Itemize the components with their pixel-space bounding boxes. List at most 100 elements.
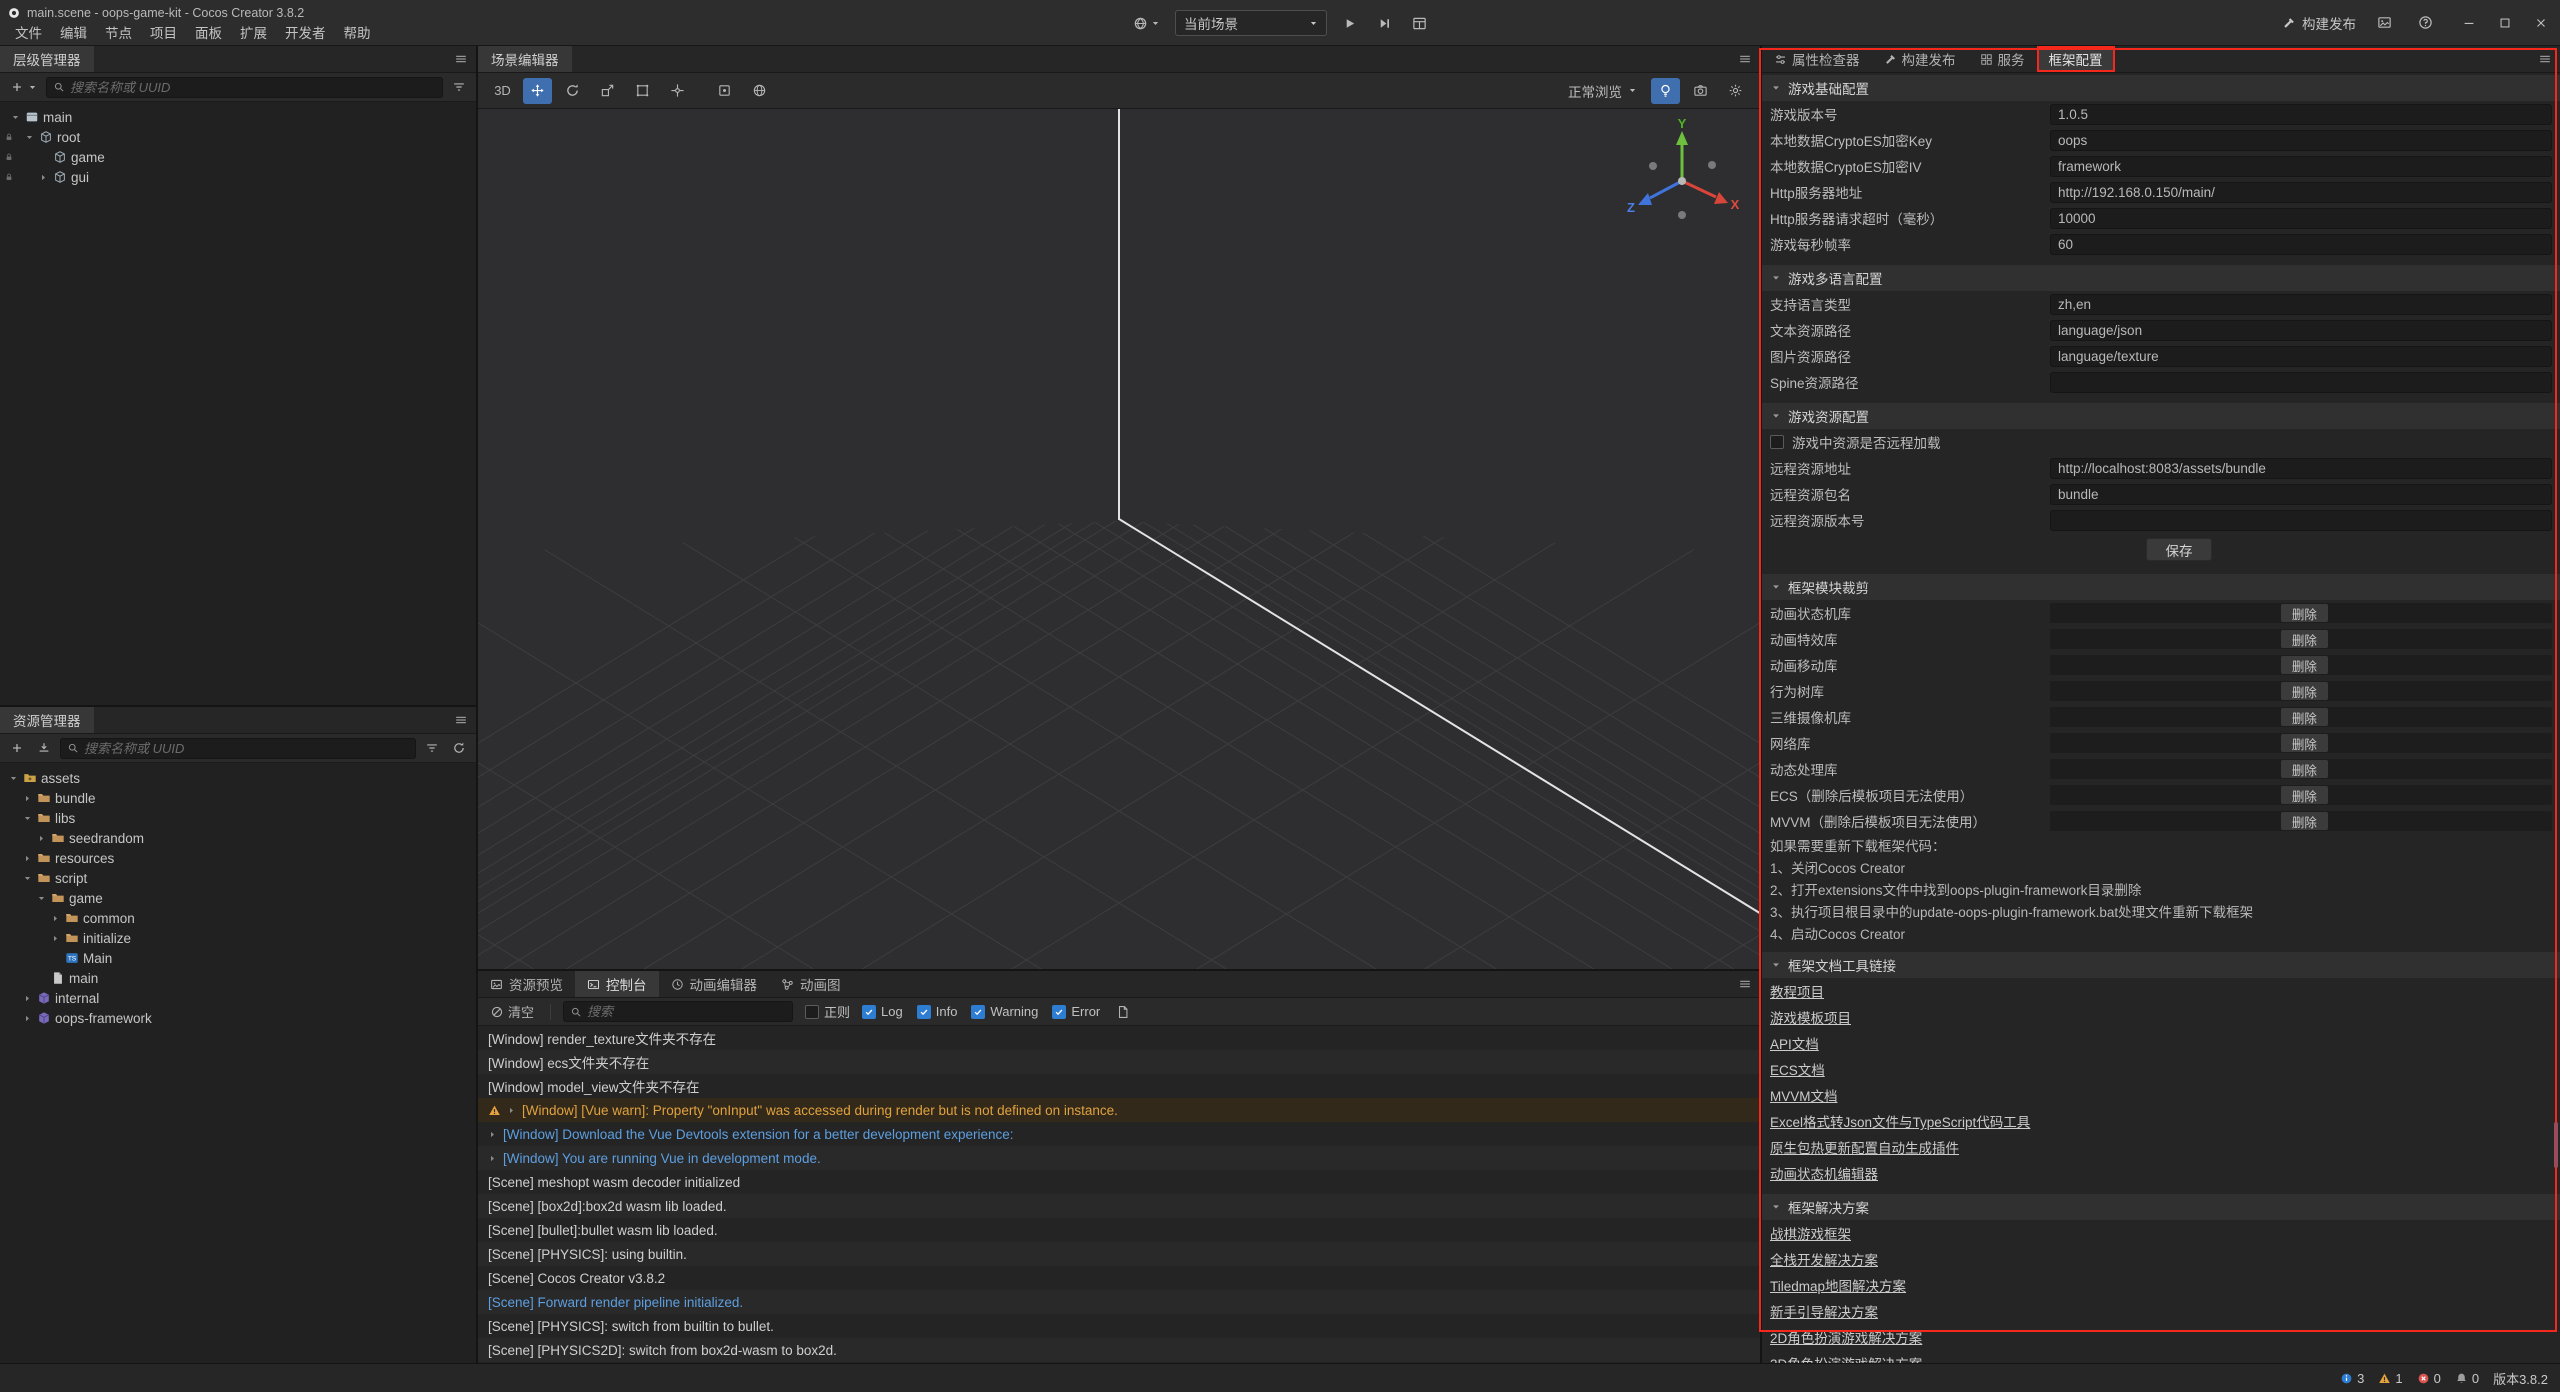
remote-load-checkbox[interactable] (1770, 435, 1784, 449)
hierarchy-node-gui[interactable]: gui (0, 167, 476, 187)
link-animator-editor[interactable]: 动画状态机编辑器 (1770, 1163, 1878, 1183)
rect-tool[interactable] (628, 78, 657, 104)
module-behavior-tree-delete-button[interactable]: 删除 (2281, 682, 2328, 700)
status-message-error[interactable]: 0 (2417, 1371, 2441, 1386)
asset-node-script[interactable]: script (0, 868, 476, 888)
lighting-toggle[interactable] (1651, 78, 1680, 104)
hierarchy-filter-button[interactable] (448, 76, 470, 98)
scene-viewport[interactable]: Y X Z (478, 109, 1760, 969)
panel-menu-button[interactable] (1730, 971, 1760, 997)
console-log-row[interactable]: [Scene] Forward render pipeline initiali… (478, 1290, 1760, 1314)
arrow-right-icon[interactable] (34, 834, 49, 843)
build-publish-button[interactable]: 构建发布 (2282, 13, 2356, 33)
asset-node-main[interactable]: main (0, 968, 476, 988)
console-log-row[interactable]: [Scene] Cocos Creator v3.8.2 (478, 1266, 1760, 1290)
close-button[interactable] (2534, 16, 2548, 30)
arrow-right-icon[interactable] (20, 854, 35, 863)
checkbox-log[interactable] (862, 1005, 876, 1019)
link-wargame-framework[interactable]: 战棋游戏框架 (1770, 1223, 1851, 1243)
gizmo-x-label[interactable]: X (1731, 197, 1740, 212)
assets-refresh-button[interactable] (448, 737, 470, 759)
arrow-right-icon[interactable] (48, 934, 63, 943)
hierarchy-search[interactable] (46, 77, 443, 98)
move-tool[interactable] (523, 78, 552, 104)
console-log-row[interactable]: [Scene] [box2d]:box2d wasm lib loaded. (478, 1194, 1760, 1218)
arrow-right-icon[interactable] (36, 173, 51, 182)
asset-node-assets[interactable]: assets (0, 768, 476, 788)
section-header-game-language[interactable]: 游戏多语言配置 (1762, 265, 2560, 291)
asset-node-oops-framework[interactable]: oops-framework (0, 1008, 476, 1028)
coordinate-toggle[interactable] (745, 78, 774, 104)
scale-tool[interactable] (593, 78, 622, 104)
expand-arrow-icon[interactable] (488, 1154, 497, 1163)
console-log-row[interactable]: [Window] ecs文件夹不存在 (478, 1050, 1760, 1074)
caret-down-icon[interactable] (6, 774, 21, 783)
expand-arrow-icon[interactable] (507, 1106, 516, 1115)
asset-node-initialize[interactable]: initialize (0, 928, 476, 948)
console-log-row[interactable]: [Scene] [bullet]:bullet wasm lib loaded. (478, 1218, 1760, 1242)
spine-resource-path-input[interactable] (2050, 372, 2552, 393)
menu-node[interactable]: 节点 (96, 22, 141, 42)
hierarchy-search-input[interactable] (70, 80, 436, 95)
section-header-doc-links[interactable]: 框架文档工具链接 (1762, 952, 2560, 978)
regex-checkbox[interactable] (805, 1005, 819, 1019)
section-header-game-resource[interactable]: 游戏资源配置 (1762, 403, 2560, 429)
camera-preview-toggle[interactable] (1686, 78, 1715, 104)
preview-window-button[interactable] (1407, 13, 1432, 34)
link-hotupdate-plugin[interactable]: 原生包热更新配置自动生成插件 (1770, 1137, 1959, 1157)
arrow-right-icon[interactable] (48, 914, 63, 923)
tab-framework-config[interactable]: 框架配置 (2037, 46, 2115, 72)
play-button[interactable] (1337, 13, 1362, 34)
caret-down-icon[interactable] (8, 113, 23, 122)
menu-project[interactable]: 项目 (141, 22, 186, 42)
assets-search[interactable] (60, 738, 416, 759)
console-filter-error[interactable]: Error (1052, 1004, 1100, 1019)
console-filter-info[interactable]: Info (917, 1004, 958, 1019)
preview-platform-button[interactable] (1128, 13, 1165, 34)
hierarchy-menu-button[interactable] (446, 46, 476, 72)
tab-build[interactable]: 构建发布 (1872, 46, 1968, 72)
tab-hierarchy[interactable]: 层级管理器 (0, 46, 94, 72)
create-asset-button[interactable] (6, 737, 28, 759)
console-log-row[interactable]: [Window] Download the Vue Devtools exten… (478, 1122, 1760, 1146)
module-animator-delete-button[interactable]: 删除 (2281, 604, 2328, 622)
console-log-row[interactable]: [Window] [Vue warn]: Property "onInput" … (478, 1098, 1760, 1122)
regex-toggle[interactable]: 正则 (805, 1002, 850, 1021)
tab-assets[interactable]: 资源管理器 (0, 707, 94, 733)
asset-node-seedrandom[interactable]: seedrandom (0, 828, 476, 848)
http-server-input[interactable] (2050, 182, 2552, 203)
section-header-solutions[interactable]: 框架解决方案 (1762, 1194, 2560, 1220)
anchor-tool[interactable] (663, 78, 692, 104)
maximize-button[interactable] (2498, 16, 2512, 30)
assets-filter-button[interactable] (421, 737, 443, 759)
assets-search-input[interactable] (84, 741, 409, 756)
console-search-input[interactable] (587, 1004, 786, 1019)
arrow-right-icon[interactable] (20, 994, 35, 1003)
status-notification[interactable]: 0 (2455, 1371, 2479, 1386)
create-node-button[interactable] (6, 76, 41, 98)
menu-developer[interactable]: 开发者 (276, 22, 335, 42)
http-timeout-input[interactable] (2050, 208, 2552, 229)
asset-node-common[interactable]: common (0, 908, 476, 928)
caret-down-icon[interactable] (20, 814, 35, 823)
asset-node-resources[interactable]: resources (0, 848, 476, 868)
asset-node-game[interactable]: game (0, 888, 476, 908)
caret-down-icon[interactable] (22, 133, 37, 142)
console-log-row[interactable]: [Scene] [PHYSICS]: using builtin. (478, 1242, 1760, 1266)
asset-node-libs[interactable]: libs (0, 808, 476, 828)
gizmo-y-label[interactable]: Y (1678, 119, 1687, 131)
arrow-right-icon[interactable] (20, 1014, 35, 1023)
link-template-project[interactable]: 游戏模板项目 (1770, 1007, 1851, 1027)
crypto-key-input[interactable] (2050, 130, 2552, 151)
gizmo-z-label[interactable]: Z (1627, 200, 1635, 215)
link-tutorial-project[interactable]: 教程项目 (1770, 981, 1824, 1001)
asset-node-internal[interactable]: internal (0, 988, 476, 1008)
text-resource-path-input[interactable] (2050, 320, 2552, 341)
module-camera-delete-button[interactable]: 删除 (2281, 708, 2328, 726)
checkbox-info[interactable] (917, 1005, 931, 1019)
game-fps-input[interactable] (2050, 234, 2552, 255)
checkbox-error[interactable] (1052, 1005, 1066, 1019)
menu-edit[interactable]: 编辑 (51, 22, 96, 42)
tab-scene-editor[interactable]: 场景编辑器 (478, 46, 572, 72)
scene-settings-button[interactable] (1721, 78, 1750, 104)
